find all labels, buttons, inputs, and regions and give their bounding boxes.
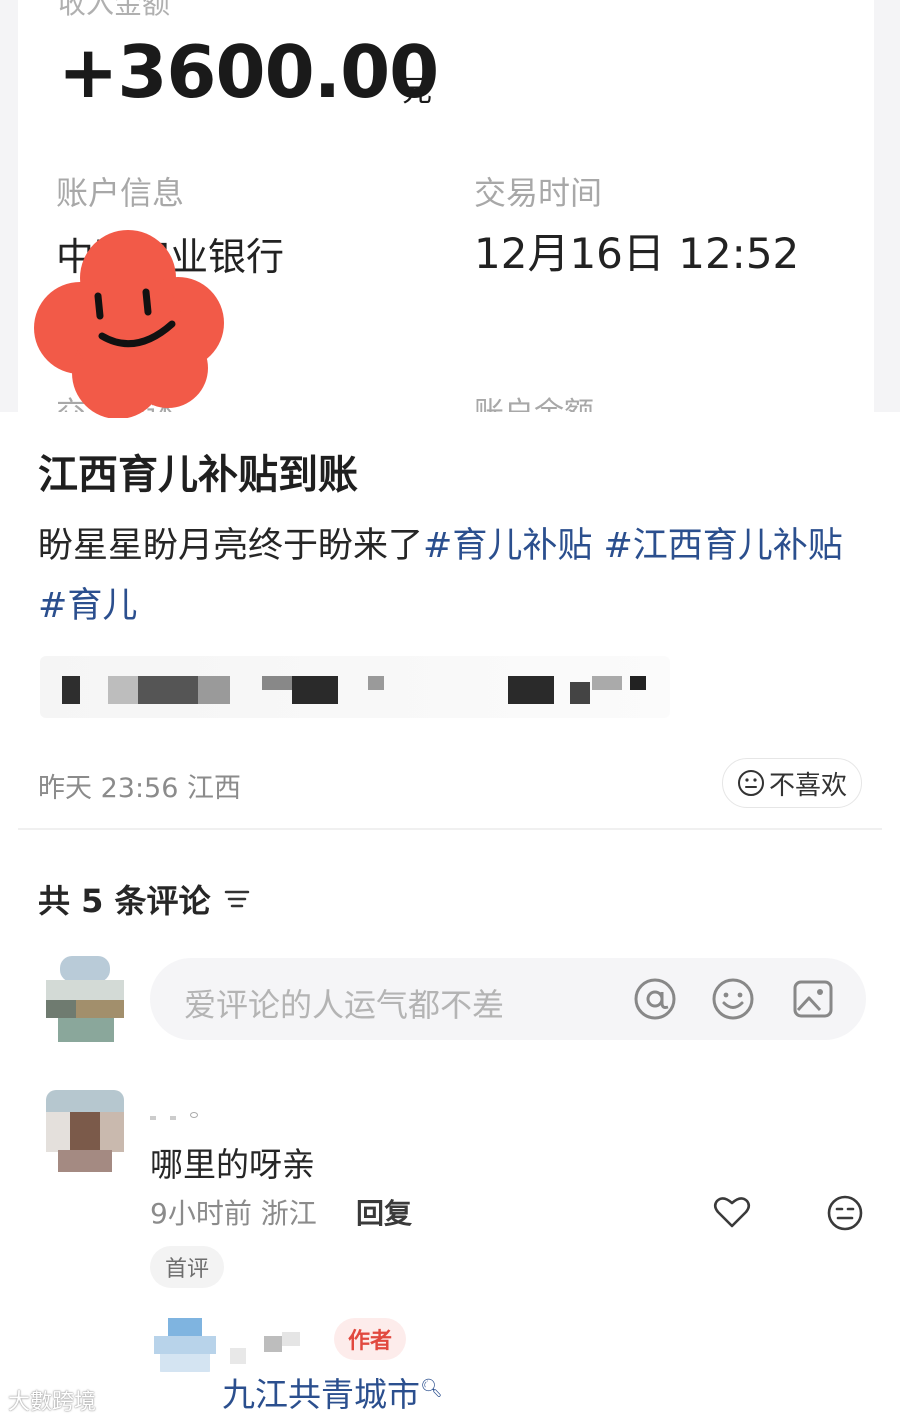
commenter-name-redacted: [150, 1108, 210, 1122]
meh-face-icon[interactable]: [826, 1194, 864, 1232]
author-reply-text[interactable]: 九江共青城市🔍︎: [222, 1368, 443, 1416]
comments-count-label: 共 5 条评论: [38, 882, 211, 920]
my-avatar: [46, 956, 124, 1042]
heart-icon[interactable]: [712, 1192, 752, 1232]
pixelated-redacted-strip: [40, 656, 670, 718]
comment-time-location: 9小时前 浙江: [150, 1197, 317, 1230]
hashtag-link[interactable]: #江西育儿补贴: [603, 526, 842, 566]
receipt-income-label: 收入金额: [58, 0, 171, 20]
hashtag-link[interactable]: #育儿补贴: [423, 526, 592, 566]
hashtag-link[interactable]: #育儿: [38, 586, 137, 626]
meh-face-icon: [737, 770, 764, 796]
author-avatar: [154, 1318, 216, 1372]
watermark: 大數跨境: [8, 1390, 97, 1415]
comment-input[interactable]: 爱评论的人运气都不差: [150, 958, 866, 1040]
author-badge: 作者: [334, 1318, 406, 1360]
receipt-amount: +3600.00: [58, 30, 439, 114]
emoji-icon[interactable]: [710, 976, 756, 1022]
post-body-text: 盼星星盼月亮终于盼来了: [38, 526, 424, 566]
receipt-time-label: 交易时间: [474, 174, 603, 212]
comment-text: 哪里的呀亲: [150, 1145, 315, 1184]
dislike-label: 不喜欢: [768, 770, 847, 801]
search-icon: 🔍︎: [420, 1378, 443, 1399]
commenter-avatar: [46, 1090, 124, 1172]
post-body: 盼星星盼月亮终于盼来了#育儿补贴 #江西育儿补贴 #育儿: [38, 516, 868, 636]
post-time-location: 昨天 23:56 江西: [38, 773, 241, 804]
receipt-account-label: 账户信息: [56, 174, 185, 212]
comment-input-placeholder: 爱评论的人运气都不差: [184, 986, 505, 1024]
smiley-flower-sticker-icon: [34, 230, 224, 418]
receipt-time-value: 12月16日 12:52: [474, 229, 800, 278]
receipt-balance-label: 账户余额: [474, 388, 594, 412]
comments-count-header: 共 5 条评论: [38, 876, 251, 922]
author-name-redacted: [230, 1328, 300, 1366]
author-reply-location-link[interactable]: 九江共青城市: [222, 1375, 420, 1414]
section-divider: [18, 828, 882, 830]
dislike-button[interactable]: 不喜欢: [722, 758, 862, 808]
sort-icon[interactable]: [223, 887, 251, 911]
mention-at-icon[interactable]: [632, 976, 678, 1022]
post-title: 江西育儿补贴到账: [38, 452, 358, 498]
receipt-amount-unit: 元: [402, 74, 432, 109]
first-comment-badge: 首评: [150, 1246, 224, 1288]
reply-button[interactable]: 回复: [356, 1192, 412, 1232]
image-icon[interactable]: [790, 976, 836, 1022]
